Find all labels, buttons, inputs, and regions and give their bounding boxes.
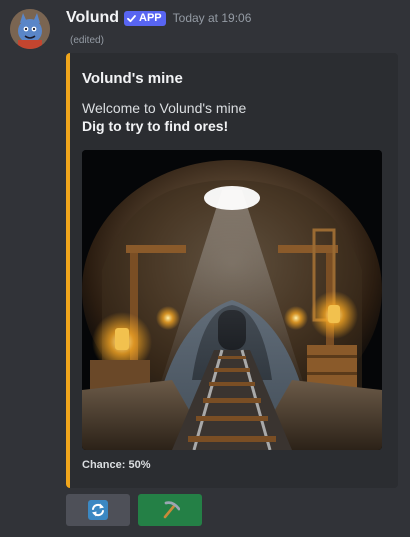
- timestamp[interactable]: Today at 19:06: [173, 11, 252, 25]
- embed: Volund's mine Welcome to Volund's mine D…: [66, 53, 398, 488]
- bot-avatar[interactable]: [10, 9, 50, 49]
- blue-creature-avatar-icon: [10, 9, 50, 49]
- pixel-art-mine-tunnel-image: [82, 150, 382, 450]
- message-header: Volund APP Today at 19:06: [66, 7, 251, 29]
- embed-image[interactable]: [82, 150, 382, 450]
- embed-description-line: Welcome to Volund's mine: [82, 100, 247, 116]
- edited-label: (edited): [70, 35, 104, 46]
- refresh-icon: [88, 500, 108, 520]
- checkmark-icon: [127, 14, 136, 22]
- app-badge-label: APP: [139, 11, 162, 24]
- dig-button[interactable]: [138, 494, 202, 526]
- embed-accent-bar: [66, 53, 70, 488]
- embed-footer: Chance: 50%: [82, 459, 151, 471]
- embed-title: Volund's mine: [82, 70, 183, 87]
- username[interactable]: Volund: [66, 9, 119, 27]
- bot-message: Volund APP Today at 19:06 (edited) Volun…: [0, 0, 410, 537]
- refresh-button[interactable]: [66, 494, 130, 526]
- pickaxe-icon: [163, 501, 180, 519]
- embed-description: Welcome to Volund's mine Dig to try to f…: [82, 99, 246, 135]
- embed-description-bold-line: Dig to try to find ores!: [82, 118, 229, 134]
- app-badge: APP: [124, 10, 166, 26]
